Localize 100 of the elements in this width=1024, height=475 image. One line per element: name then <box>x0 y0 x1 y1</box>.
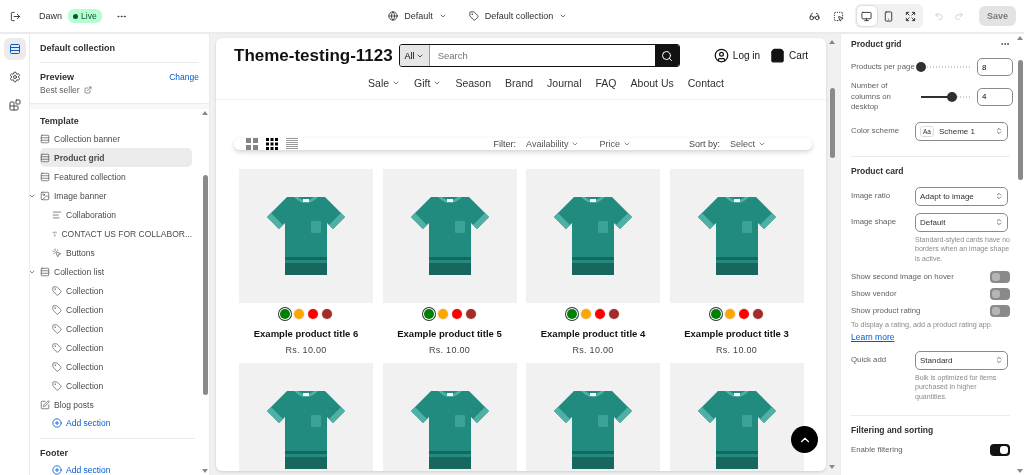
edit-icon <box>40 399 50 410</box>
nav-link[interactable]: Journal <box>547 77 582 89</box>
login-link[interactable]: Log in <box>713 48 761 63</box>
large-grid-icon[interactable] <box>246 138 258 150</box>
preview-label: Preview <box>40 71 75 84</box>
product-title[interactable]: Example product title 5 <box>397 328 502 339</box>
filter-dropdown[interactable]: Price <box>599 139 631 149</box>
select-field[interactable]: Default <box>915 212 1008 232</box>
tree-item[interactable]: CONTACT US FOR COLLABOR... <box>40 224 192 243</box>
chevron-down-icon <box>559 12 568 20</box>
plus-circle-icon <box>52 418 62 428</box>
tree-item[interactable]: Collection banner <box>40 129 192 148</box>
product-price: Rs. 10.00 <box>285 345 327 355</box>
back-to-top-button[interactable] <box>791 426 818 453</box>
tree-item[interactable]: Collaboration <box>40 205 192 224</box>
globe-icon <box>388 11 399 21</box>
change-link[interactable]: Change <box>169 72 199 82</box>
tree-item[interactable]: Blog posts <box>40 395 192 414</box>
toggle-switch[interactable] <box>990 287 1010 300</box>
filter-dropdown[interactable]: Availability <box>526 139 580 149</box>
nav-link[interactable]: About Us <box>630 77 674 89</box>
number-field[interactable]: 4 <box>977 87 1013 106</box>
slider-thumb[interactable] <box>947 91 957 102</box>
selector-label: Default collection <box>484 11 554 21</box>
product-title[interactable]: Example product title 6 <box>253 328 359 339</box>
tree-item[interactable]: Buttons <box>40 243 192 262</box>
nav-link[interactable]: Contact <box>687 77 724 89</box>
color-swatch[interactable] <box>738 309 749 319</box>
nav-link[interactable]: Season <box>455 77 492 89</box>
color-swatch[interactable] <box>581 309 591 319</box>
learn-more-link[interactable]: Learn more <box>851 331 895 342</box>
select-value: Scheme 1 <box>938 126 975 136</box>
color-swatch[interactable] <box>567 309 577 319</box>
external-link-icon[interactable] <box>83 86 92 94</box>
view-selector[interactable]: Default <box>384 9 451 23</box>
scope-label: All <box>404 50 415 61</box>
color-swatch[interactable] <box>280 309 290 319</box>
color-swatch[interactable] <box>609 309 619 319</box>
small-grid-icon[interactable] <box>266 138 278 150</box>
number-field[interactable]: 8 <box>977 58 1013 76</box>
scope-dropdown[interactable]: All <box>399 45 430 66</box>
tree-item[interactable]: Collection list <box>30 262 192 281</box>
color-swatch[interactable] <box>308 309 318 319</box>
toggle-switch[interactable] <box>990 304 1010 317</box>
tag-icon <box>52 323 62 334</box>
toggle-switch[interactable] <box>990 443 1010 456</box>
color-swatch[interactable] <box>595 309 605 319</box>
nav-link[interactable]: FAQ <box>595 77 617 89</box>
search-icon <box>660 49 673 62</box>
add-section-link[interactable]: Add section <box>40 414 201 432</box>
color-swatch[interactable] <box>451 309 462 319</box>
slider-thumb[interactable] <box>916 62 926 72</box>
product-price: Rs. 10.00 <box>715 345 758 355</box>
search-field[interactable]: All Search <box>398 44 680 67</box>
search-button[interactable] <box>654 45 679 66</box>
bag-icon <box>770 48 786 63</box>
color-swatch[interactable] <box>322 309 332 319</box>
user-icon <box>713 48 729 63</box>
color-swatch[interactable] <box>710 309 721 319</box>
tree-item[interactable]: Collection <box>40 281 192 300</box>
nav-link[interactable]: Gift <box>414 77 442 89</box>
tree-item[interactable]: Image banner <box>30 186 192 205</box>
select-field[interactable]: Standard <box>915 350 1008 370</box>
cart-link[interactable]: Cart <box>770 48 808 63</box>
select-value: Standard <box>920 355 953 365</box>
tree-item[interactable]: Featured collection <box>40 167 192 186</box>
product-title[interactable]: Example product title 4 <box>540 328 646 339</box>
image-icon <box>40 190 50 201</box>
section-icon <box>40 171 50 182</box>
rail-button[interactable] <box>3 38 26 60</box>
exit-icon[interactable] <box>10 10 21 22</box>
nav-link[interactable]: Sale <box>368 77 401 89</box>
color-swatch[interactable] <box>465 309 476 319</box>
tree-item[interactable]: Collection <box>40 357 192 376</box>
tag-icon <box>52 285 62 296</box>
color-swatch[interactable] <box>752 309 763 319</box>
tag-icon <box>52 342 62 353</box>
color-swatch[interactable] <box>423 309 434 319</box>
toggle-switch[interactable] <box>990 270 1010 283</box>
list-icon[interactable] <box>286 138 298 150</box>
sort-dropdown[interactable]: Select <box>730 139 766 149</box>
chevron-down-icon <box>438 12 447 20</box>
nav-link[interactable]: Brand <box>505 77 534 89</box>
select-field[interactable]: Adapt to image <box>915 186 1008 206</box>
tree-item[interactable]: Collection <box>40 300 192 319</box>
product-title[interactable]: Example product title 3 <box>684 328 789 339</box>
add-section-link[interactable]: Add section <box>40 461 201 475</box>
color-swatch[interactable] <box>294 309 304 319</box>
settings-icon <box>8 71 21 83</box>
section-icon <box>40 152 50 163</box>
color-swatch[interactable] <box>437 309 448 319</box>
tree-item[interactable]: Collection <box>40 338 192 357</box>
desktop-icon[interactable] <box>856 6 877 26</box>
select-value: Adapt to image <box>920 191 974 201</box>
dropdown-label: Availability <box>526 139 569 149</box>
template-selector[interactable]: Default collection <box>464 9 572 23</box>
tree-item[interactable]: Collection <box>40 319 192 338</box>
color-swatch[interactable] <box>724 309 735 319</box>
tree-item[interactable]: Product grid <box>40 148 192 167</box>
tree-item[interactable]: Collection <box>40 376 192 395</box>
